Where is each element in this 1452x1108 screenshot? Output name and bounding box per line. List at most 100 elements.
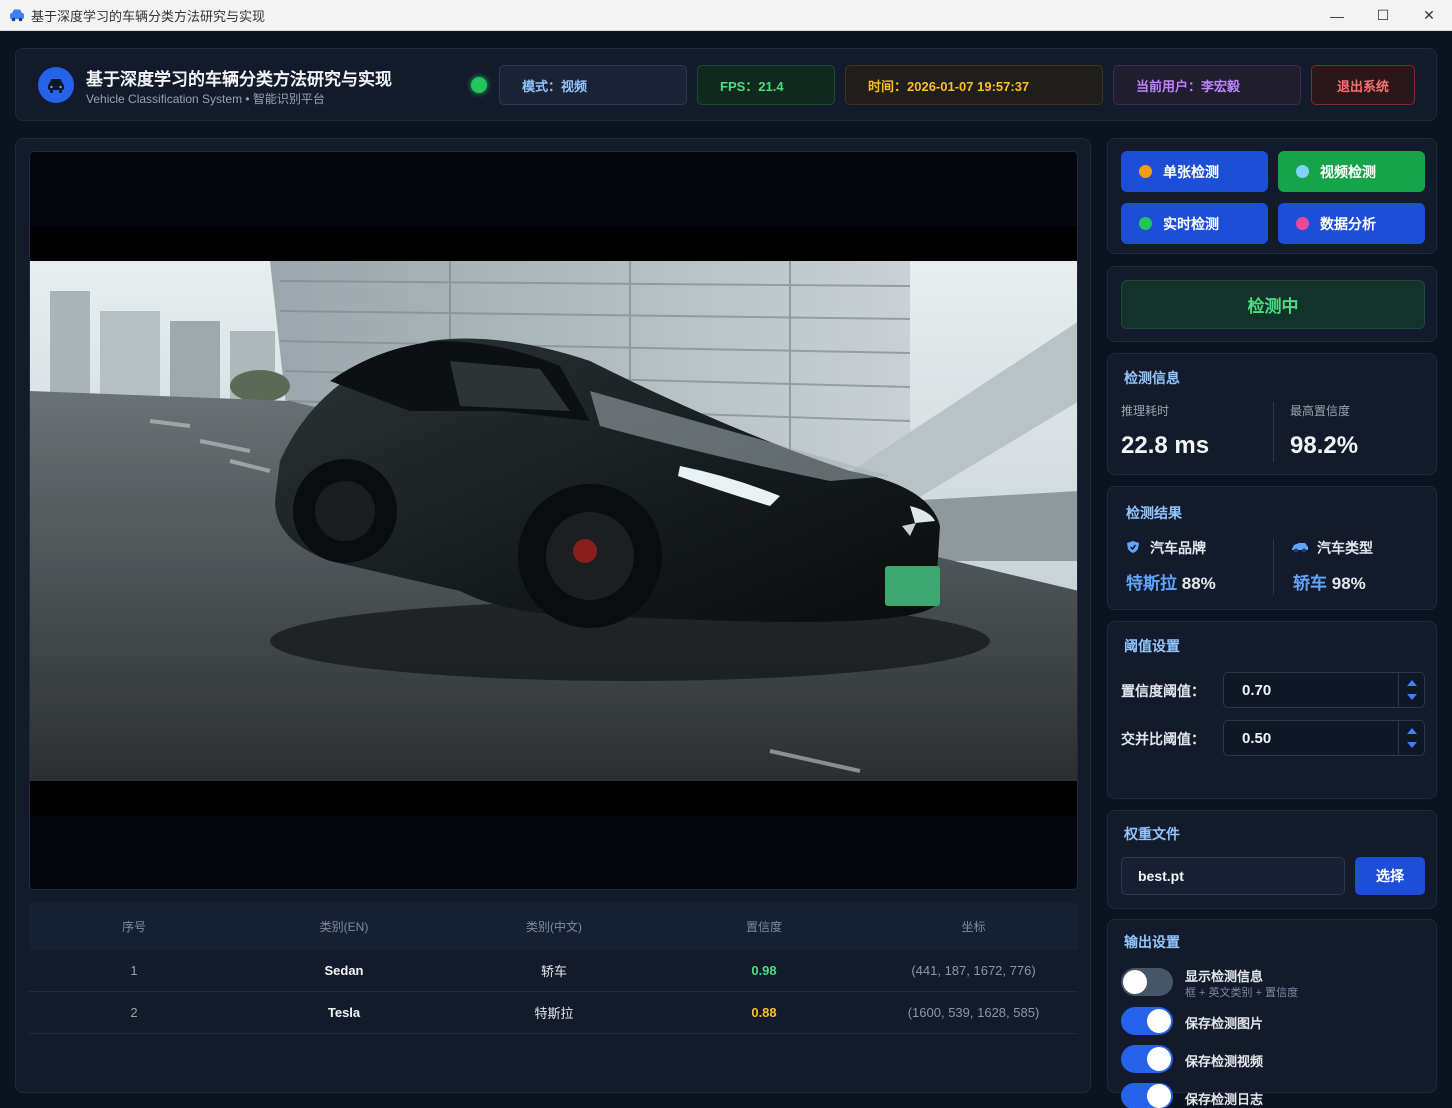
chevron-down-icon[interactable] xyxy=(1407,742,1417,748)
window-titlebar: 基于深度学习的车辆分类方法研究与实现 — ☐ ✕ xyxy=(0,0,1452,31)
col-header-confidence[interactable]: 置信度 xyxy=(659,902,869,950)
type-name: 轿车 xyxy=(1293,574,1327,593)
weights-card: 权重文件 best.pt 选择 xyxy=(1107,810,1437,909)
row-class-en: Sedan xyxy=(324,963,364,978)
detections-table: 序号 类别(EN) 类别(中文) 置信度 坐标 1 Sedan 轿车 0.98 … xyxy=(29,902,1078,1079)
main-panel: 序号 类别(EN) 类别(中文) 置信度 坐标 1 Sedan 轿车 0.98 … xyxy=(15,138,1091,1093)
table-row[interactable]: 1 Sedan 轿车 0.98 (441, 187, 1672, 776) xyxy=(29,950,1078,992)
table-header: 序号 类别(EN) 类别(中文) 置信度 坐标 xyxy=(29,902,1078,950)
maximize-button[interactable]: ☐ xyxy=(1360,0,1406,31)
brand-result: 特斯拉 88% xyxy=(1126,569,1216,594)
mode-label: 实时检测 xyxy=(1163,215,1219,232)
video-frame xyxy=(30,261,1077,781)
shield-icon xyxy=(1127,541,1139,553)
mode-video-button[interactable]: 视频检测 xyxy=(1278,151,1425,192)
car-icon xyxy=(48,79,64,93)
fps-badge: FPS：21.4 xyxy=(697,65,835,105)
card-title: 权重文件 xyxy=(1124,826,1180,842)
mode-label: 视频检测 xyxy=(1320,163,1376,180)
save-log-toggle[interactable] xyxy=(1121,1083,1173,1108)
weights-file-field[interactable]: best.pt xyxy=(1121,857,1345,895)
divider xyxy=(1273,402,1274,462)
row-coords: (1600, 539, 1628, 585) xyxy=(907,1005,1040,1020)
latency-label: 推理耗时 xyxy=(1121,404,1170,418)
max-confidence-label: 最高置信度 xyxy=(1290,404,1351,418)
mode-badge: 模式：视频 xyxy=(499,65,687,105)
chevron-down-icon[interactable] xyxy=(1407,694,1417,700)
col-header-coords[interactable]: 坐标 xyxy=(869,902,1078,950)
logout-button[interactable]: 退出系统 xyxy=(1311,65,1415,105)
mode-single-image-button[interactable]: 单张检测 xyxy=(1121,151,1268,192)
close-button[interactable]: ✕ xyxy=(1406,0,1452,31)
toggle-label: 保存检测视频 xyxy=(1185,1054,1264,1069)
window-title: 基于深度学习的车辆分类方法研究与实现 xyxy=(31,8,266,24)
stepper-value: 0.50 xyxy=(1242,730,1272,747)
mode-label: 单张检测 xyxy=(1163,163,1219,180)
toggle-label: 保存检测图片 xyxy=(1185,1016,1264,1031)
toggle-sublabel: 框 + 英文类别 + 置信度 xyxy=(1185,987,1299,999)
status-dot-icon xyxy=(1296,217,1309,230)
app-root: 基于深度学习的车辆分类方法研究与实现 Vehicle Classificatio… xyxy=(1,31,1451,1108)
threshold-card: 阈值设置 置信度阈值： 0.70 交并比阈值： 0.50 xyxy=(1107,621,1437,799)
status-indicator xyxy=(471,77,487,93)
letterbox-top xyxy=(30,226,1077,261)
iou-threshold-stepper[interactable]: 0.50 xyxy=(1223,720,1425,756)
mode-card: 单张检测 视频检测 实时检测 数据分析 xyxy=(1107,138,1437,254)
status-dot-icon xyxy=(1139,217,1152,230)
stepper-value: 0.70 xyxy=(1242,682,1272,699)
chevron-up-icon[interactable] xyxy=(1407,728,1417,734)
card-title: 阈值设置 xyxy=(1124,638,1180,654)
choose-weights-button[interactable]: 选择 xyxy=(1355,857,1425,895)
show-info-toggle[interactable] xyxy=(1121,968,1173,996)
car-icon xyxy=(10,9,24,22)
video-display xyxy=(29,151,1078,890)
row-confidence: 0.88 xyxy=(751,1005,777,1020)
detection-info-card: 检测信息 推理耗时 22.8 ms 最高置信度 98.2% xyxy=(1107,353,1437,475)
card-title: 输出设置 xyxy=(1124,934,1180,950)
col-header-class-cn[interactable]: 类别(中文) xyxy=(449,902,659,950)
car-side-icon xyxy=(1292,543,1308,553)
max-confidence-value: 98.2% xyxy=(1290,432,1359,459)
chevron-up-icon[interactable] xyxy=(1407,680,1417,686)
col-header-class-en[interactable]: 类别(EN) xyxy=(239,902,449,950)
type-pct: 98% xyxy=(1331,574,1366,593)
output-settings-card: 输出设置 显示检测信息 框 + 英文类别 + 置信度 保存检测图片 保存检测视频… xyxy=(1107,919,1437,1108)
brand-pct: 88% xyxy=(1181,574,1216,593)
type-label: 汽车类型 xyxy=(1317,540,1373,556)
row-class-en: Tesla xyxy=(327,1005,361,1020)
detection-result-card: 检测结果 汽车品牌 特斯拉 88% 汽车类型 轿车 98% xyxy=(1107,486,1437,610)
table-row[interactable]: 2 Tesla 特斯拉 0.88 (1600, 539, 1628, 585) xyxy=(29,992,1078,1034)
confidence-threshold-label: 置信度阈值： xyxy=(1121,683,1205,699)
latency-value: 22.8 ms xyxy=(1121,432,1210,459)
confidence-threshold-stepper[interactable]: 0.70 xyxy=(1223,672,1425,708)
row-class-cn: 轿车 xyxy=(540,964,567,979)
status-dot-icon xyxy=(1139,165,1152,178)
col-header-index[interactable]: 序号 xyxy=(29,902,239,950)
app-title: 基于深度学习的车辆分类方法研究与实现 xyxy=(86,70,392,89)
top-header: 基于深度学习的车辆分类方法研究与实现 Vehicle Classificatio… xyxy=(15,48,1437,121)
letterbox-bottom xyxy=(30,781,1077,816)
mode-realtime-button[interactable]: 实时检测 xyxy=(1121,203,1268,244)
save-video-toggle[interactable] xyxy=(1121,1045,1173,1073)
brand-label: 汽车品牌 xyxy=(1150,540,1206,556)
row-index: 2 xyxy=(130,1005,138,1020)
divider xyxy=(1273,539,1274,595)
mode-analysis-button[interactable]: 数据分析 xyxy=(1278,203,1425,244)
toggle-label: 保存检测日志 xyxy=(1185,1092,1264,1107)
row-class-cn: 特斯拉 xyxy=(534,1006,574,1021)
toggle-knob xyxy=(1147,1084,1171,1108)
status-card: 检测中 xyxy=(1107,266,1437,342)
toggle-label: 显示检测信息 xyxy=(1185,969,1264,984)
minimize-button[interactable]: — xyxy=(1314,0,1360,31)
toggle-knob xyxy=(1147,1009,1171,1033)
mode-label: 数据分析 xyxy=(1320,215,1376,232)
row-index: 1 xyxy=(130,963,138,978)
toggle-knob xyxy=(1123,970,1147,994)
iou-threshold-label: 交并比阈值： xyxy=(1121,731,1205,747)
detect-toggle-button[interactable]: 检测中 xyxy=(1121,280,1425,329)
app-subtitle: Vehicle Classification System • 智能识别平台 xyxy=(86,92,325,106)
card-title: 检测信息 xyxy=(1124,370,1180,386)
row-confidence: 0.98 xyxy=(751,963,777,978)
type-result: 轿车 98% xyxy=(1293,569,1366,594)
save-image-toggle[interactable] xyxy=(1121,1007,1173,1035)
